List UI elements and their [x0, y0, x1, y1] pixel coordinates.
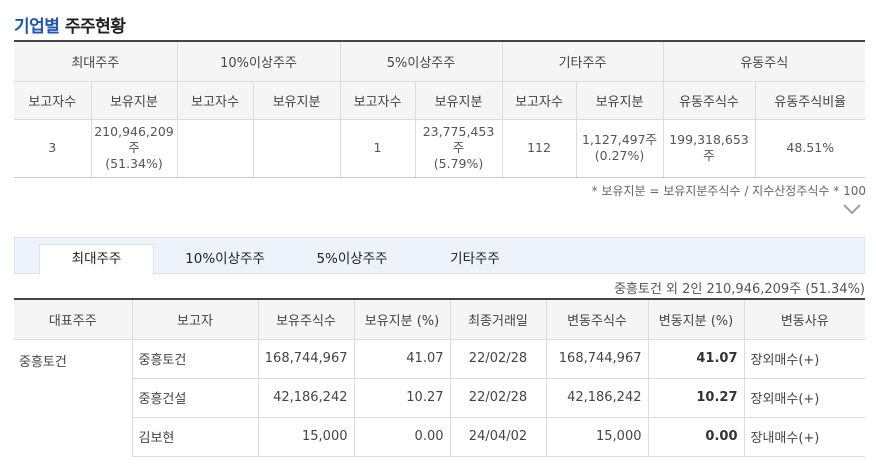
summary-subheader: 보고자수: [177, 81, 254, 120]
summary-subheader: 보유지분: [253, 81, 341, 120]
summary-subheader: 유동주식수: [663, 81, 756, 120]
detail-header: 보유주식수: [258, 299, 355, 340]
detail-header: 최종거래일: [450, 299, 547, 340]
summary-cell: 3: [14, 119, 92, 178]
tab-other-shareholder[interactable]: 기타주주: [425, 245, 525, 275]
page-title-rest: 주주현황: [64, 17, 126, 37]
table-row: 중흥토건 중흥토건 168,744,967 41.07 22/02/28 168…: [14, 339, 865, 456]
page-title: 기업별 주주현황: [14, 12, 126, 37]
summary-cell: [177, 119, 254, 178]
detail-header: 변동사유: [744, 299, 865, 340]
reason-cell: 장외매수(+): [744, 378, 865, 418]
summary-cell: [253, 119, 341, 178]
detail-header: 보유지분 (%): [354, 299, 451, 340]
pct-cell: 10.27: [354, 378, 451, 418]
holder-summary: 중흥토건 외 2인 210,946,209주 (51.34%): [614, 282, 865, 297]
summary-subheader: 보고자수: [14, 81, 92, 120]
tab-10pct-shareholder[interactable]: 10%이상주주: [165, 245, 285, 275]
shares-cell: 15,000: [258, 417, 355, 457]
summary-subheader: 유동주식비율: [755, 81, 865, 120]
reporter-cell: 중흥건설: [132, 378, 259, 418]
last-trade-cell: 22/02/28: [450, 378, 547, 418]
summary-table: 최대주주 10%이상주주 5%이상주주 기타주주 유동주식 보고자수 보유지분 …: [14, 40, 865, 178]
table-row: 중흥건설 42,186,242 10.27 22/02/28 42,186,24…: [14, 378, 865, 418]
summary-group-10pct: 10%이상주주: [177, 41, 341, 82]
summary-cell: 210,946,209 주 (51.34%): [91, 119, 178, 178]
reporter-cell: 중흥토건: [132, 339, 259, 379]
change-shares-cell: 15,000: [546, 417, 649, 457]
summary-values-row: 3 210,946,209 주 (51.34%) 1 23,775,453 주 (5.7…: [14, 119, 865, 178]
detail-header: 보고자: [132, 299, 259, 340]
detail-header: 변동지분 (%): [648, 299, 745, 340]
summary-subheader: 보유지분: [91, 81, 178, 120]
change-pct-cell: 0.00: [648, 417, 745, 457]
summary-group-5pct: 5%이상주주: [340, 41, 503, 82]
summary-group-other: 기타주주: [502, 41, 664, 82]
summary-cell: 1: [340, 119, 416, 178]
summary-cell: 1,127,497주 (0.27%): [576, 119, 664, 178]
summary-cell: 112: [502, 119, 577, 178]
table-row: 김보현 15,000 0.00 24/04/02 15,000 0.00 장내매…: [14, 417, 865, 457]
summary-subheader: 보고자수: [340, 81, 416, 120]
shares-cell: 168,744,967: [258, 339, 355, 379]
last-trade-cell: 22/02/28: [450, 339, 547, 379]
summary-cell: 48.51%: [755, 119, 865, 178]
reason-cell: 장내매수(+): [744, 417, 865, 457]
change-pct-cell: 41.07: [648, 339, 745, 379]
tab-largest-shareholder[interactable]: 최대주주: [39, 244, 154, 275]
detail-header: 대표주주: [14, 299, 133, 340]
footnote: * 보유지분 = 보유지분주식수 / 지수산정주식수 * 100: [591, 184, 866, 198]
reporter-cell: 김보현: [132, 417, 259, 457]
summary-subheader: 보유지분: [576, 81, 664, 120]
page-title-company: 기업별: [14, 17, 60, 37]
summary-subheader: 보유지분: [415, 81, 503, 120]
chevron-down-icon[interactable]: [841, 200, 863, 218]
change-pct-cell: 10.27: [648, 378, 745, 418]
summary-cell: 199,318,653 주: [663, 119, 756, 178]
change-shares-cell: 168,744,967: [546, 339, 649, 379]
change-shares-cell: 42,186,242: [546, 378, 649, 418]
detail-table: 대표주주 보고자 보유주식수 보유지분 (%) 최종거래일 변동주식수 변동지분…: [14, 298, 865, 457]
shares-cell: 42,186,242: [258, 378, 355, 418]
reason-cell: 장외매수(+): [744, 339, 865, 379]
detail-header-row: 대표주주 보고자 보유주식수 보유지분 (%) 최종거래일 변동주식수 변동지분…: [14, 299, 865, 340]
summary-group-float: 유동주식: [663, 41, 865, 82]
tab-5pct-shareholder[interactable]: 5%이상주주: [297, 245, 407, 275]
pct-cell: 41.07: [354, 339, 451, 379]
tab-bar: 최대주주 10%이상주주 5%이상주주 기타주주: [14, 237, 865, 275]
summary-group-largest: 최대주주: [14, 41, 178, 82]
summary-cell: 23,775,453 주 (5.79%): [415, 119, 503, 178]
summary-subheader: 보고자수: [502, 81, 577, 120]
last-trade-cell: 24/04/02: [450, 417, 547, 457]
representative-cell: 중흥토건: [14, 339, 133, 456]
detail-header: 변동주식수: [546, 299, 649, 340]
pct-cell: 0.00: [354, 417, 451, 457]
